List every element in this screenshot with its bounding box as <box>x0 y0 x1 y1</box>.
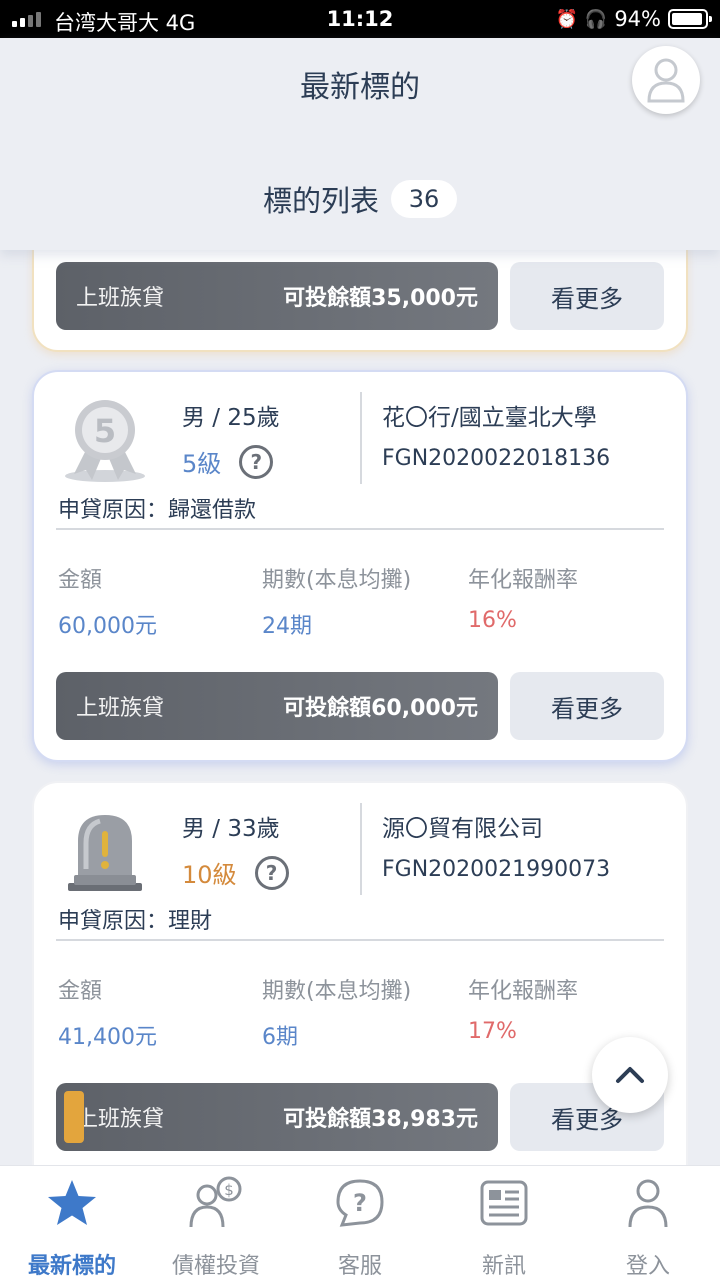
remaining-amount: 可投餘額35,000元 <box>283 286 478 311</box>
loan-reason: 申貸原因：理財 <box>58 909 213 934</box>
tab-label: 客服 <box>337 1254 382 1279</box>
status-bar: 台湾大哥大 4G 11:12 ⏰ 🎧 94% <box>0 0 720 38</box>
loan-id: FGN2020022018136 <box>382 446 611 471</box>
list-title: 標的列表 <box>262 184 379 218</box>
credit-grade: 10級 ? <box>182 855 289 890</box>
invest-bar[interactable]: 上班族貸 可投餘額60,000元 <box>56 672 498 740</box>
grade-value: 10級 <box>182 861 237 889</box>
chevron-up-icon <box>616 1067 644 1083</box>
battery-percent: 94% <box>614 7 661 31</box>
rate-value: 17% <box>468 1019 517 1044</box>
rate-label: 年化報酬率 <box>468 979 579 1004</box>
alarm-icon: ⏰ <box>555 8 578 30</box>
company-name: 源〇貿有限公司 <box>382 816 543 842</box>
borrower-info: 男 / 25歲 <box>182 405 280 431</box>
see-more-button[interactable]: 看更多 <box>510 262 664 330</box>
credit-grade: 5級 ? <box>182 444 274 479</box>
help-icon[interactable]: ? <box>239 444 274 479</box>
tab-login[interactable]: 登入 <box>576 1166 720 1280</box>
company-name: 花〇行/國立臺北大學 <box>382 405 597 431</box>
user-icon <box>647 58 685 103</box>
divider <box>56 939 664 941</box>
loan-type: 上班族貸 <box>76 286 165 311</box>
status-icons: ⏰ 🎧 94% <box>555 7 712 31</box>
headphones-icon: 🎧 <box>584 8 608 30</box>
bottom-tab-bar: 最新標的 $ 債權投資 ? 客服 新訊 登入 <box>0 1165 720 1280</box>
grade-value: 5級 <box>182 450 222 478</box>
svg-text:$: $ <box>224 1181 234 1199</box>
loan-type: 上班族貸 <box>76 1107 165 1132</box>
tab-news[interactable]: 新訊 <box>432 1166 576 1280</box>
list-header: 標的列表 36 <box>0 178 720 220</box>
invest-bar[interactable]: 上班族貸 可投餘額35,000元 <box>56 262 498 330</box>
help-icon[interactable]: ? <box>254 855 289 890</box>
tab-label: 債權投資 <box>171 1254 260 1279</box>
battery-icon <box>668 9 712 29</box>
divider <box>56 528 664 530</box>
loan-type: 上班族貸 <box>76 696 165 721</box>
amount-label: 金額 <box>58 979 103 1004</box>
tab-support[interactable]: ? 客服 <box>288 1166 432 1280</box>
count-badge: 36 <box>391 180 457 218</box>
header: 最新標的 標的列表 36 <box>0 38 720 250</box>
remaining-amount: 可投餘額60,000元 <box>283 696 478 721</box>
progress-marker <box>64 1091 84 1143</box>
rate-label: 年化報酬率 <box>468 568 579 593</box>
support-icon: ? <box>331 1174 389 1232</box>
page-title: 最新標的 <box>300 70 420 105</box>
loan-id: FGN2020021990073 <box>382 857 611 882</box>
loan-card[interactable]: 5 男 / 25歲 5級 ? 花〇行/國立臺北大學 FGN20200220181… <box>32 370 688 762</box>
borrower-info: 男 / 33歲 <box>182 816 280 842</box>
amount-value: 41,400元 <box>58 1025 157 1050</box>
invest-bar[interactable]: 上班族貸 可投餘額38,983元 <box>56 1083 498 1151</box>
term-value: 6期 <box>262 1025 298 1050</box>
term-label: 期數(本息均攤) <box>262 979 412 1004</box>
warning-siren-icon <box>68 815 142 891</box>
login-icon <box>619 1174 677 1232</box>
news-icon <box>475 1174 533 1232</box>
rate-value: 16% <box>468 608 517 633</box>
term-label: 期數(本息均攤) <box>262 568 412 593</box>
loan-reason: 申貸原因：歸還借款 <box>58 498 257 523</box>
divider <box>360 803 362 895</box>
star-icon <box>43 1174 101 1232</box>
tab-latest[interactable]: 最新標的 <box>0 1166 144 1280</box>
see-more-button[interactable]: 看更多 <box>510 672 664 740</box>
amount-value: 60,000元 <box>58 614 157 639</box>
tab-label: 新訊 <box>481 1254 526 1279</box>
back-to-top-button[interactable] <box>592 1037 668 1113</box>
tab-label: 登入 <box>625 1254 670 1279</box>
remaining-amount: 可投餘額38,983元 <box>283 1107 478 1132</box>
amount-label: 金額 <box>58 568 103 593</box>
tab-label: 最新標的 <box>27 1254 116 1279</box>
divider <box>360 392 362 484</box>
avatar[interactable] <box>632 46 700 114</box>
silver-medal-icon: 5 <box>65 400 145 482</box>
investor-icon: $ <box>187 1174 245 1232</box>
loan-card[interactable]: 男 / 33歲 10級 ? 源〇貿有限公司 FGN2020021990073 申… <box>32 781 688 1201</box>
svg-text:?: ? <box>353 1189 367 1217</box>
tab-invest[interactable]: $ 債權投資 <box>144 1166 288 1280</box>
term-value: 24期 <box>262 614 312 639</box>
medal-number: 5 <box>94 412 116 450</box>
